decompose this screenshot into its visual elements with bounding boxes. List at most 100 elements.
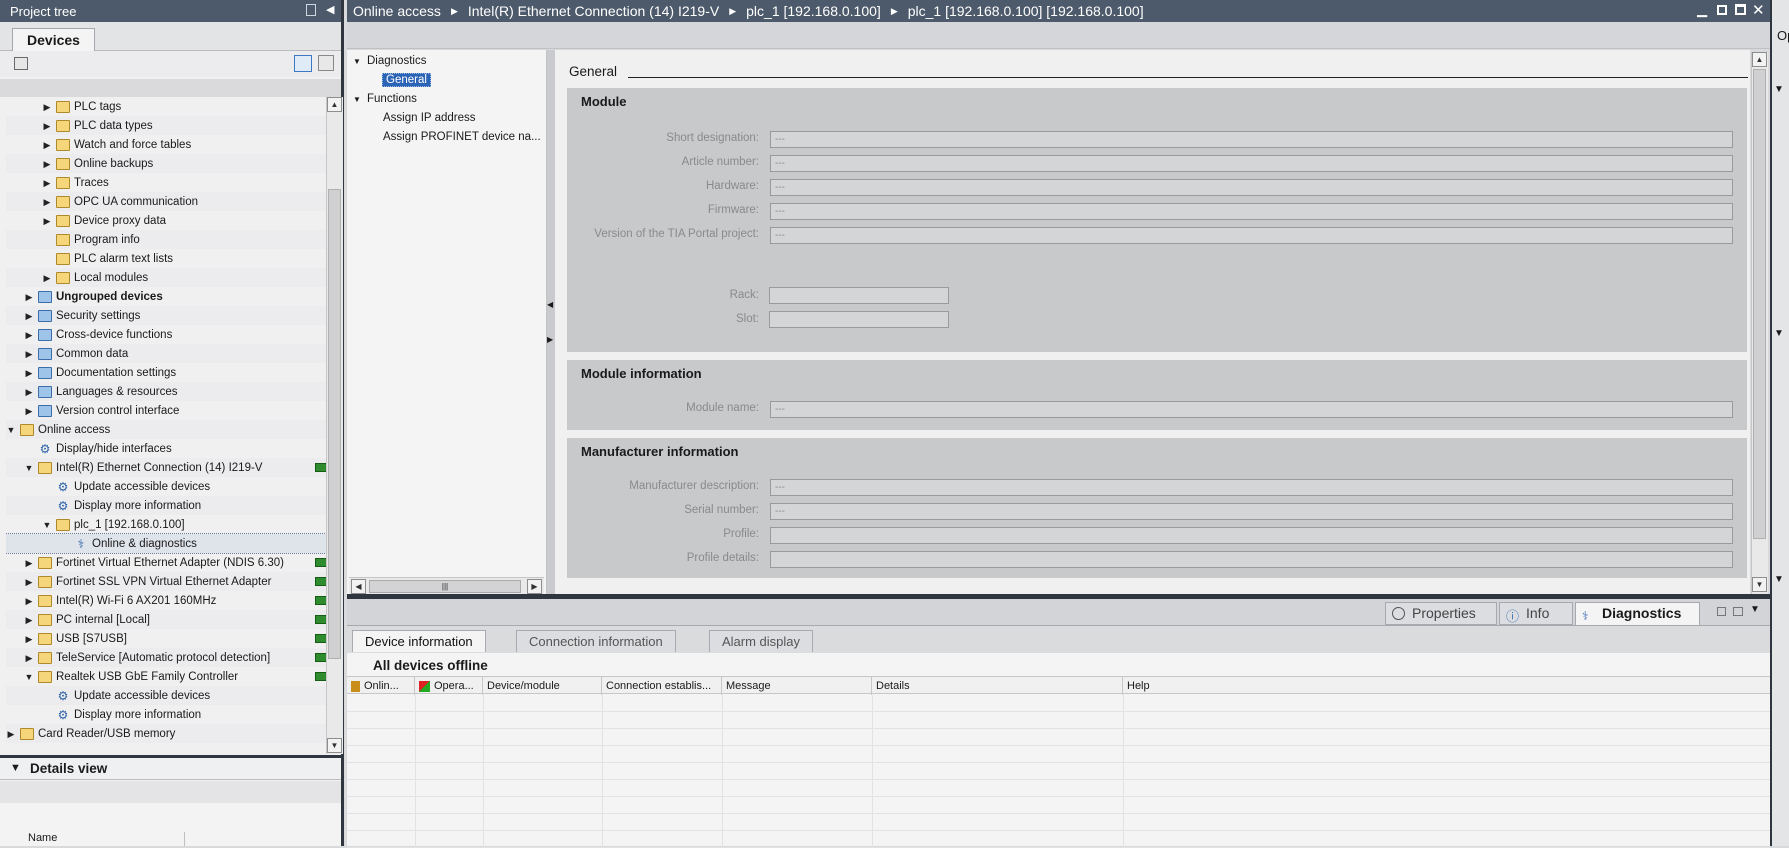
tree-item[interactable]: ▶ USB [S7USB] [6, 629, 328, 648]
tab-properties[interactable]: Properties [1385, 602, 1497, 625]
col-online[interactable]: Onlin... [347, 677, 415, 695]
col-message[interactable]: Message [722, 677, 872, 695]
tree-item[interactable]: ▼ Intel(R) Ethernet Connection (14) I219-… [6, 458, 328, 477]
table-row[interactable] [347, 797, 1770, 814]
expand-icon[interactable]: ▶ [24, 406, 34, 416]
expand-icon[interactable]: ▶ [42, 273, 52, 283]
tree-item[interactable]: ▼ Online access [6, 420, 328, 439]
nav-assign-ip[interactable]: Assign IP address [383, 112, 475, 124]
slot-field[interactable] [769, 311, 949, 328]
expand-icon[interactable]: ▶ [42, 197, 52, 207]
tree-item[interactable]: ▼ Realtek USB GbE Family Controller [6, 667, 328, 686]
tree-item[interactable]: ▶ Card Reader/USB memory [6, 724, 328, 743]
tab-info[interactable]: ⓘ Info [1499, 602, 1573, 625]
restore-icon[interactable] [1717, 607, 1726, 616]
expand-icon[interactable]: ▶ [42, 178, 52, 188]
restore-icon[interactable] [1717, 5, 1727, 15]
add-device-icon[interactable] [318, 55, 334, 71]
tree-item[interactable]: ▶ Security settings [6, 306, 328, 325]
profile-details-field[interactable] [770, 551, 1733, 568]
expand-icon[interactable]: ▶ [24, 653, 34, 663]
pin-icon[interactable] [306, 4, 316, 16]
view-toggle-icon[interactable] [294, 55, 312, 72]
tia-version-field[interactable]: --- [770, 227, 1733, 244]
rack-field[interactable] [769, 287, 949, 304]
collapse-icon[interactable]: ▼ [24, 463, 34, 473]
collapse-icon[interactable]: ▼ [6, 425, 16, 435]
col-connection[interactable]: Connection establis... [602, 677, 722, 695]
expand-icon[interactable]: ▶ [42, 216, 52, 226]
nav-diagnostics[interactable]: Diagnostics [367, 55, 426, 67]
tree-item[interactable]: ▶ TeleService [Automatic protocol detecti… [6, 648, 328, 667]
maximize-icon[interactable] [1733, 607, 1743, 616]
col-help[interactable]: Help [1123, 677, 1770, 695]
chevron-down-icon[interactable]: ▼ [1774, 574, 1784, 585]
maximize-icon[interactable] [1735, 4, 1746, 15]
serial-number-field[interactable]: --- [770, 503, 1733, 520]
tree-item[interactable]: ⚙ Update accessible devices [6, 477, 328, 496]
short-designation-field[interactable]: --- [770, 131, 1733, 148]
breadcrumb-3[interactable]: plc_1 [192.168.0.100] [192.168.0.100] [908, 3, 1144, 19]
expand-icon[interactable]: ▶ [24, 615, 34, 625]
chevron-down-icon[interactable]: ▼ [1774, 84, 1784, 95]
nav-assign-profinet[interactable]: Assign PROFINET device na... [383, 131, 541, 143]
module-name-field[interactable]: --- [770, 401, 1733, 418]
tree-item[interactable]: ▶ Documentation settings [6, 363, 328, 382]
expand-icon[interactable]: ▶ [24, 292, 34, 302]
tree-scrollbar[interactable]: ▲ ▼ [326, 97, 343, 754]
overview-icon[interactable] [14, 57, 28, 70]
firmware-field[interactable]: --- [770, 203, 1733, 220]
profile-field[interactable] [770, 527, 1733, 544]
manufacturer-description-field[interactable]: --- [770, 479, 1733, 496]
expand-icon[interactable]: ▶ [24, 577, 34, 587]
tree-item[interactable]: ⚙ Update accessible devices [6, 686, 328, 705]
col-details[interactable]: Details [872, 677, 1123, 695]
breadcrumb-1[interactable]: Intel(R) Ethernet Connection (14) I219-V [468, 3, 719, 19]
tree-item[interactable]: ▶ Version control interface [6, 401, 328, 420]
expand-icon[interactable]: ▶ [42, 159, 52, 169]
table-row[interactable] [347, 763, 1770, 780]
tree-item[interactable]: ▶ PLC tags [6, 97, 328, 116]
table-row[interactable] [347, 729, 1770, 746]
tree-item[interactable]: ▶ Common data [6, 344, 328, 363]
nav-general[interactable]: General [382, 73, 431, 87]
tree-item[interactable]: ▶ Watch and force tables [6, 135, 328, 154]
table-row[interactable] [347, 780, 1770, 797]
tree-item[interactable]: ▶ Fortinet SSL VPN Virtual Ethernet Adapt… [6, 572, 328, 591]
task-card-label[interactable]: Op [1777, 28, 1789, 43]
col-device-module[interactable]: Device/module [483, 677, 602, 695]
tree-item[interactable]: ▶ Ungrouped devices [6, 287, 328, 306]
tree-item[interactable]: ▶ Device proxy data [6, 211, 328, 230]
chevron-down-icon[interactable]: ▼ [1750, 604, 1760, 615]
chevron-down-icon[interactable]: ▼ [353, 95, 361, 104]
chevron-down-icon[interactable]: ▼ [353, 57, 361, 66]
tree-item[interactable]: ▶ PC internal [Local] [6, 610, 328, 629]
table-row[interactable] [347, 746, 1770, 763]
nav-hscrollbar[interactable]: ◀ ||| ▶ [349, 577, 544, 594]
expand-icon[interactable]: ▶ [42, 121, 52, 131]
subtab-device-information[interactable]: Device information [352, 630, 486, 652]
tree-item[interactable]: PLC alarm text lists [6, 249, 328, 268]
expand-icon[interactable]: ▶ [24, 368, 34, 378]
subtab-alarm-display[interactable]: Alarm display [709, 630, 814, 652]
expand-icon[interactable]: ▶ [24, 634, 34, 644]
expand-icon[interactable]: ▶ [42, 102, 52, 112]
tree-item[interactable]: ▶ Local modules [6, 268, 328, 287]
tree-item[interactable]: ▶ Traces [6, 173, 328, 192]
tree-item[interactable]: ▼ plc_1 [192.168.0.100] [6, 515, 328, 534]
expand-icon[interactable]: ▶ [24, 349, 34, 359]
splitter[interactable]: ◀ ▶ [547, 50, 555, 594]
article-number-field[interactable]: --- [770, 155, 1733, 172]
expand-icon[interactable]: ▶ [24, 558, 34, 568]
collapse-icon[interactable]: ▼ [24, 672, 34, 682]
expand-icon[interactable]: ▶ [24, 330, 34, 340]
breadcrumb-2[interactable]: plc_1 [192.168.0.100] [746, 3, 881, 19]
expand-icon[interactable]: ▶ [24, 596, 34, 606]
tab-devices[interactable]: Devices [12, 28, 95, 51]
details-view-header[interactable]: ▼ Details view [0, 758, 341, 780]
expand-icon[interactable]: ▶ [42, 140, 52, 150]
expand-icon[interactable]: ▶ [24, 311, 34, 321]
nav-functions[interactable]: Functions [367, 93, 417, 105]
editor-scrollbar[interactable]: ▲ ▼ [1751, 52, 1768, 594]
col-operating[interactable]: Opera... [415, 677, 483, 695]
